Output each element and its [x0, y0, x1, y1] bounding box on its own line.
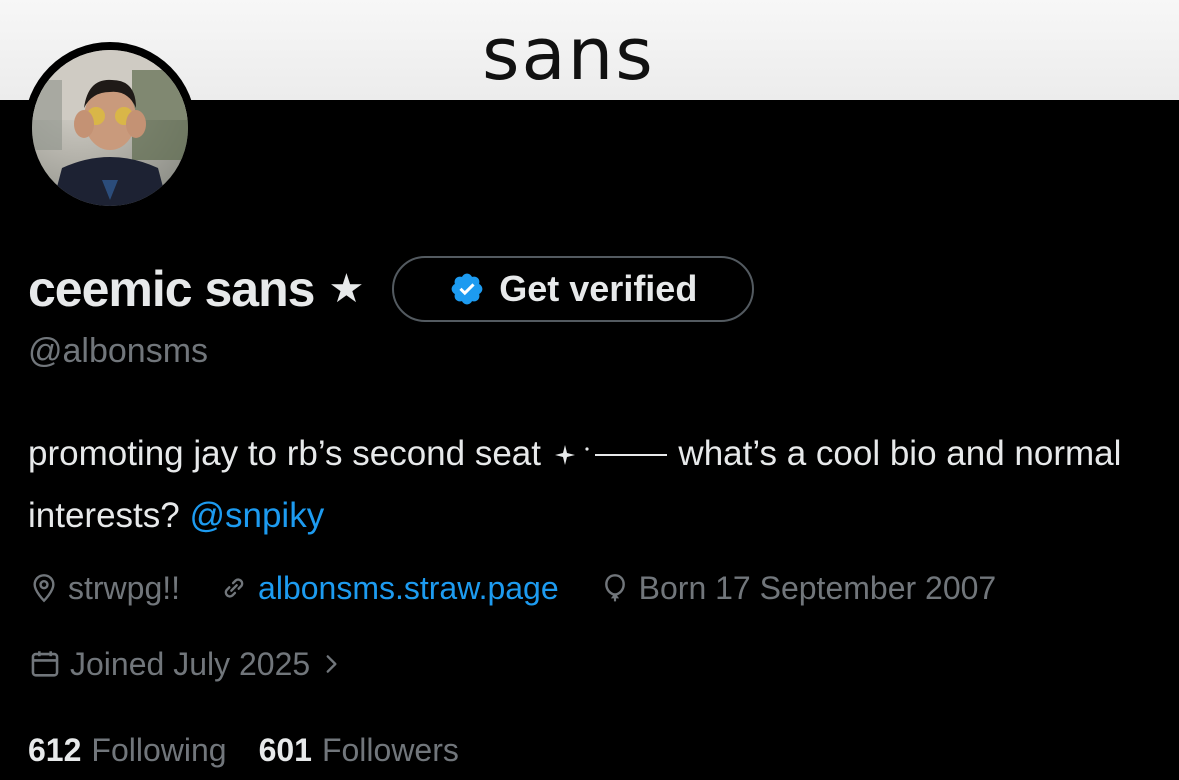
- following-count: 612: [28, 731, 82, 768]
- banner-text: sans: [482, 12, 655, 96]
- link-icon: [224, 578, 244, 598]
- avatar[interactable]: [24, 42, 196, 214]
- follow-stats: 612 Following 601 Followers: [28, 728, 459, 772]
- get-verified-button[interactable]: Get verified: [392, 256, 755, 322]
- profile-name-row: ceemic sans ★ Get verified: [28, 254, 755, 324]
- avatar-photo: [32, 50, 188, 206]
- calendar-icon: [31, 651, 59, 677]
- joined-date[interactable]: Joined July 2025: [28, 642, 344, 686]
- display-name: ceemic sans: [28, 261, 315, 317]
- joined-text: Joined July 2025: [70, 645, 311, 682]
- website-link[interactable]: albonsms.straw.page: [258, 570, 559, 607]
- location-pin-icon: [33, 574, 55, 603]
- followers-link[interactable]: 601 Followers: [259, 732, 459, 769]
- verified-badge-icon: [451, 273, 483, 305]
- bio-mention-link[interactable]: @snpiky: [189, 496, 324, 535]
- user-handle: @albonsms: [28, 332, 209, 370]
- following-label: Following: [91, 731, 227, 768]
- star-icon: ★: [328, 267, 365, 311]
- avatar-image: [32, 50, 188, 206]
- followers-label: Followers: [321, 731, 459, 768]
- location-text: strwpg!!: [68, 569, 181, 606]
- profile-meta: strwpg!! albonsms.straw.page Born 17 Sep…: [28, 566, 996, 610]
- birthday-text: Born 17 September 2007: [638, 569, 997, 606]
- chevron-right-icon: [326, 655, 337, 673]
- bio: promoting jay to rb’s second seat what’s…: [28, 424, 1158, 546]
- get-verified-label: Get verified: [499, 268, 698, 309]
- balloon-icon: [604, 574, 625, 602]
- following-link[interactable]: 612 Following: [28, 732, 227, 769]
- sparkle-divider-icon: [551, 426, 669, 486]
- bio-text-1: promoting jay to rb’s second seat: [28, 434, 551, 473]
- location: strwpg!!: [28, 570, 180, 607]
- followers-count: 601: [258, 731, 312, 768]
- birthday: Born 17 September 2007: [599, 569, 997, 607]
- website[interactable]: albonsms.straw.page: [218, 570, 559, 607]
